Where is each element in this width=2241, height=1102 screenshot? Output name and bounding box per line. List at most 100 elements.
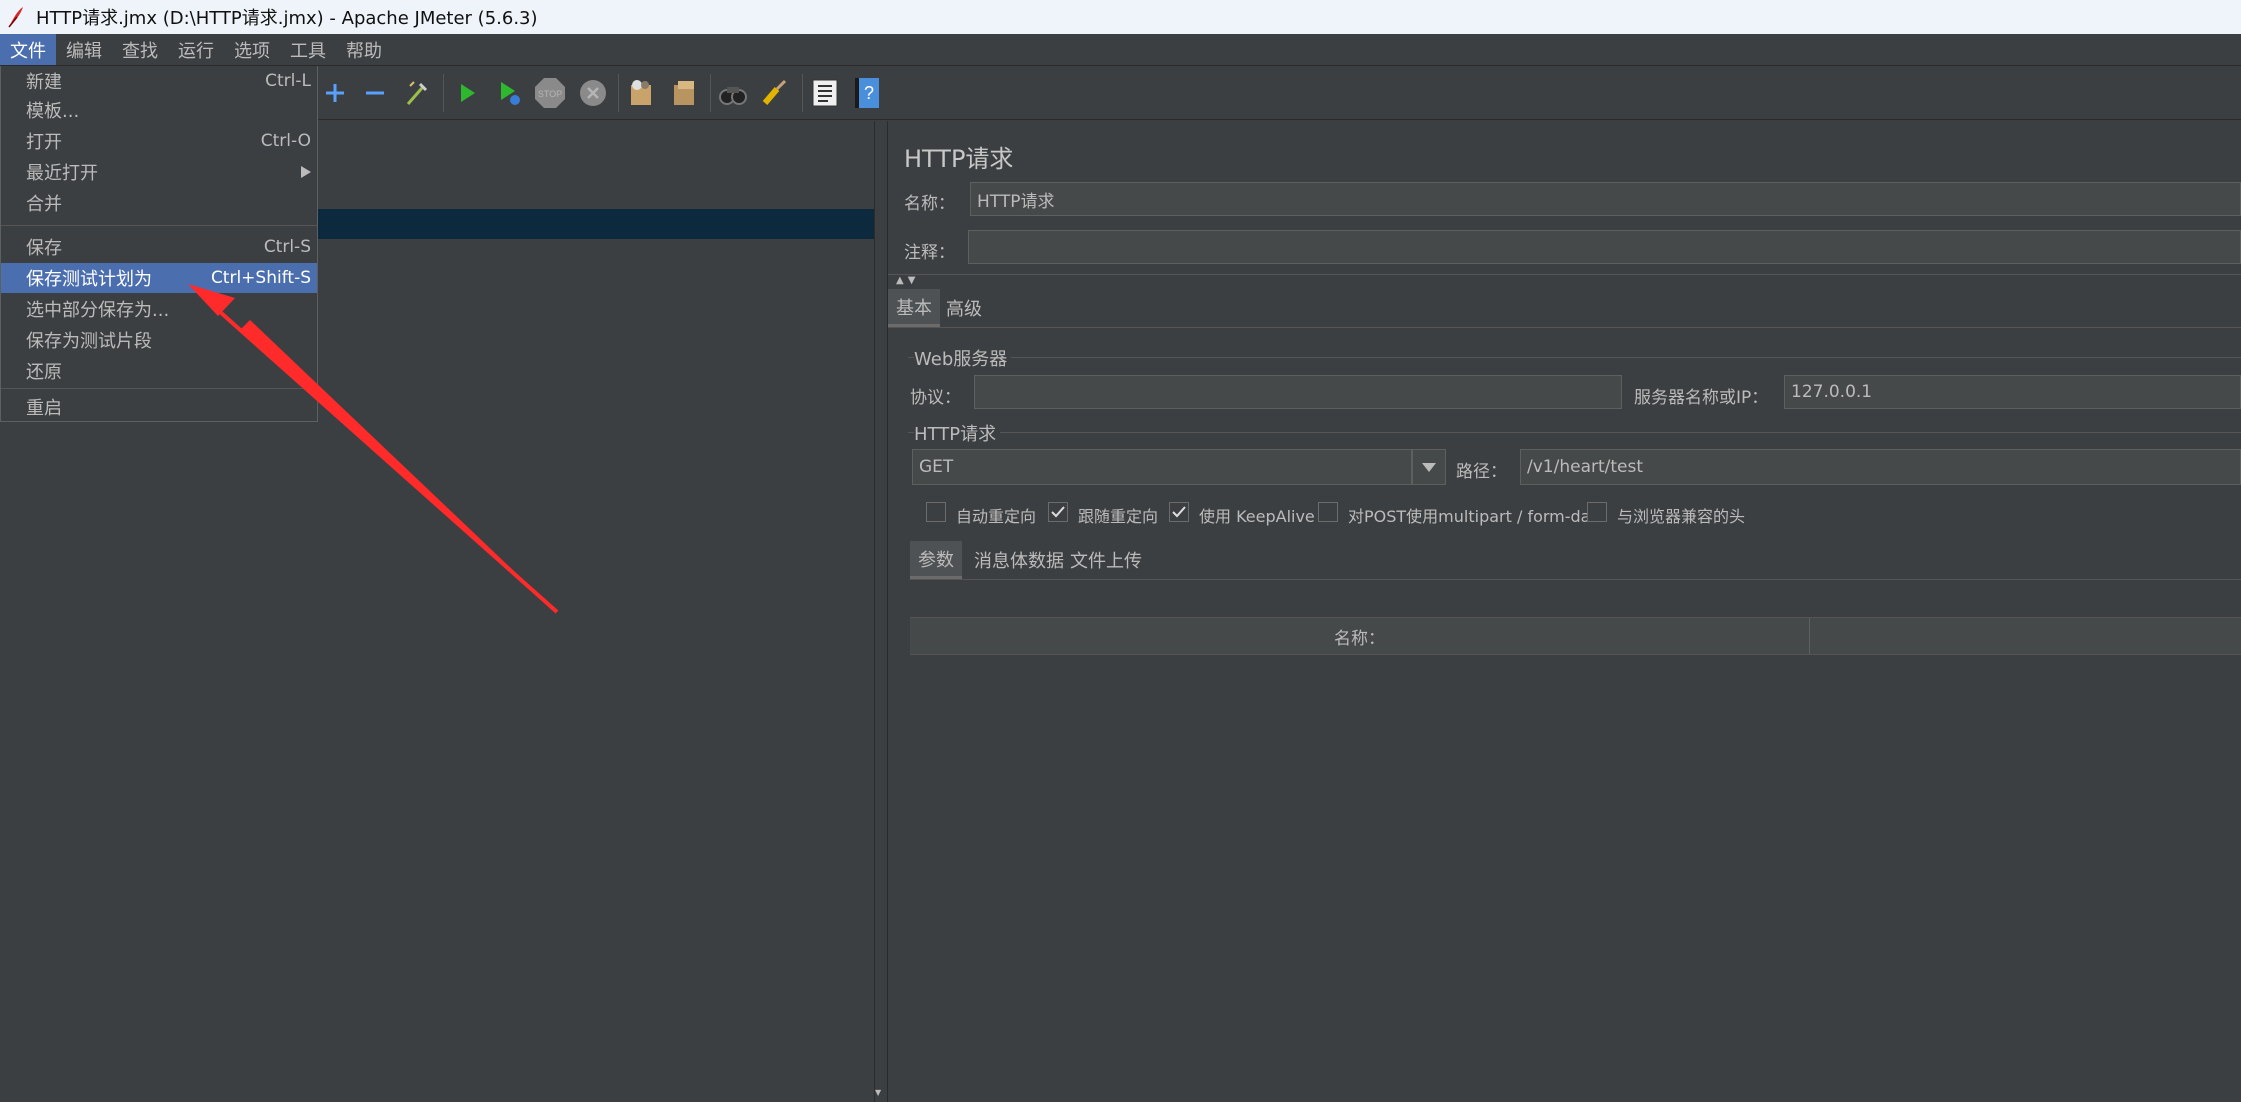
clear-all-icon[interactable] — [667, 76, 701, 110]
menu-item-label: 保存测试计划为 — [26, 269, 152, 290]
menu-item-label: 重启 — [26, 398, 62, 419]
web-server-border — [908, 357, 2241, 358]
svg-text:?: ? — [864, 83, 874, 103]
follow-redirect-checkbox[interactable] — [1048, 502, 1068, 522]
toolbar: STOP ? — [0, 66, 2241, 120]
search-icon[interactable] — [716, 76, 750, 110]
menu-item-templates[interactable]: 模板... — [1, 95, 317, 125]
menu-item-label: 最近打开 — [26, 163, 98, 184]
menu-item-shortcut: Ctrl+Shift-S — [210, 268, 311, 288]
protocol-field[interactable] — [974, 375, 1622, 409]
tab-file-upload[interactable]: 文件上传 — [1062, 541, 1150, 579]
checkmark-icon — [1172, 506, 1186, 518]
menu-help[interactable]: 帮助 — [336, 34, 392, 65]
submenu-arrow-icon — [301, 166, 311, 178]
tab-body-data[interactable]: 消息体数据 — [966, 541, 1072, 579]
auto-redirect-label: 自动重定向 — [956, 507, 1037, 526]
file-menu-dropdown: 新建 Ctrl-L 模板... 打开 Ctrl-O 最近打开 合并 保存 Ctr… — [0, 66, 318, 422]
tab-parameters[interactable]: 参数 — [910, 541, 962, 579]
menu-item-save-selection-as[interactable]: 选中部分保存为... — [1, 294, 317, 324]
http-section-title: HTTP请求 — [914, 420, 1001, 446]
menu-item-label: 还原 — [26, 362, 62, 383]
start-no-pause-icon[interactable] — [492, 76, 526, 110]
collapse-arrows-icon[interactable]: ▲▼ — [896, 275, 919, 286]
parameters-table-header: 名称： — [910, 617, 2241, 655]
stop-icon[interactable]: STOP — [533, 76, 567, 110]
menu-options[interactable]: 选项 — [224, 34, 280, 65]
method-select[interactable]: GET — [912, 449, 1412, 485]
menu-item-label: 选中部分保存为... — [26, 300, 170, 321]
protocol-label: 协议： — [910, 388, 961, 408]
jmeter-feather-icon — [8, 7, 23, 28]
http-request-panel: HTTP请求 名称： HTTP请求 注释： ▲▼ 基本 高级 Web服务器 协议… — [888, 121, 2241, 1102]
comment-label: 注释： — [904, 243, 955, 263]
menu-item-save-as-fragment[interactable]: 保存为测试片段 — [1, 325, 317, 355]
body-tab-divider — [910, 579, 2241, 580]
reset-search-icon[interactable] — [758, 76, 792, 110]
menu-item-merge[interactable]: 合并 — [1, 188, 317, 218]
menu-item-shortcut: Ctrl-S — [263, 237, 311, 257]
help-icon[interactable]: ? — [850, 76, 884, 110]
name-label: 名称： — [904, 194, 955, 214]
path-label: 路径： — [1456, 462, 1507, 482]
menu-item-restart[interactable]: 重启 — [1, 392, 317, 422]
follow-redirect-label: 跟随重定向 — [1078, 507, 1159, 526]
browser-headers-label: 与浏览器兼容的头 — [1617, 507, 1746, 526]
menu-run[interactable]: 运行 — [168, 34, 224, 65]
menu-item-label: 模板... — [26, 101, 80, 122]
window-title-bar: HTTP请求.jmx (D:\HTTP请求.jmx) - Apache JMet… — [0, 0, 2241, 34]
menu-tools[interactable]: 工具 — [280, 34, 336, 65]
checkmark-icon — [1051, 506, 1065, 518]
splitter-arrow-icon[interactable]: ▼ — [875, 1088, 881, 1097]
menu-item-shortcut: Ctrl-O — [260, 131, 311, 151]
menu-item-revert[interactable]: 还原 — [1, 356, 317, 386]
path-field[interactable]: /v1/heart/test — [1520, 449, 2241, 485]
tree-selected-node[interactable] — [318, 209, 874, 239]
toolbar-separator — [802, 74, 803, 112]
toolbar-separator — [710, 74, 711, 112]
server-field[interactable]: 127.0.0.1 — [1784, 375, 2241, 409]
http-section-border — [908, 432, 2241, 433]
menu-separator — [1, 388, 317, 389]
comment-field[interactable] — [968, 230, 2241, 264]
multipart-label: 对POST使用multipart / form-data — [1348, 507, 1607, 526]
menu-item-label: 保存为测试片段 — [26, 331, 152, 352]
window-title: HTTP请求.jmx (D:\HTTP请求.jmx) - Apache JMet… — [36, 8, 538, 29]
stop-icon-label: STOP — [538, 89, 562, 99]
keepalive-label: 使用 KeepAlive — [1199, 507, 1315, 526]
menu-item-label: 合并 — [26, 194, 62, 215]
browser-headers-checkbox[interactable] — [1587, 502, 1607, 522]
web-server-section-title: Web服务器 — [914, 345, 1012, 371]
chevron-down-icon[interactable] — [1412, 449, 1446, 485]
clear-icon[interactable] — [624, 76, 658, 110]
multipart-checkbox[interactable] — [1318, 502, 1338, 522]
divider — [888, 274, 2241, 275]
menu-item-save-test-plan-as[interactable]: 保存测试计划为 Ctrl+Shift-S — [1, 263, 317, 293]
menu-file[interactable]: 文件 — [0, 34, 56, 65]
auto-redirect-checkbox[interactable] — [926, 502, 946, 522]
menu-item-open[interactable]: 打开 Ctrl-O — [1, 126, 317, 156]
toolbar-separator — [443, 74, 444, 112]
keepalive-checkbox[interactable] — [1169, 502, 1189, 522]
menu-item-label: 新建 — [26, 72, 62, 93]
tab-advanced[interactable]: 高级 — [938, 289, 990, 327]
column-header-name[interactable]: 名称： — [910, 618, 1810, 654]
menu-item-save[interactable]: 保存 Ctrl-S — [1, 232, 317, 262]
name-field[interactable]: HTTP请求 — [970, 182, 2241, 216]
panel-splitter[interactable] — [874, 121, 888, 1102]
menu-separator — [1, 225, 317, 226]
menu-item-new[interactable]: 新建 Ctrl-L — [1, 66, 317, 96]
menu-item-recent[interactable]: 最近打开 — [1, 157, 317, 187]
function-helper-icon[interactable] — [808, 76, 842, 110]
remove-icon[interactable] — [358, 76, 392, 110]
add-icon[interactable] — [318, 76, 352, 110]
start-icon[interactable] — [450, 76, 484, 110]
toggle-icon[interactable] — [400, 76, 434, 110]
menu-item-shortcut: Ctrl-L — [265, 71, 311, 91]
menu-search[interactable]: 查找 — [112, 34, 168, 65]
menu-edit[interactable]: 编辑 — [56, 34, 112, 65]
tab-divider — [888, 327, 2241, 328]
tab-basic[interactable]: 基本 — [888, 289, 940, 327]
shutdown-icon[interactable] — [576, 76, 610, 110]
toolbar-separator — [618, 74, 619, 112]
